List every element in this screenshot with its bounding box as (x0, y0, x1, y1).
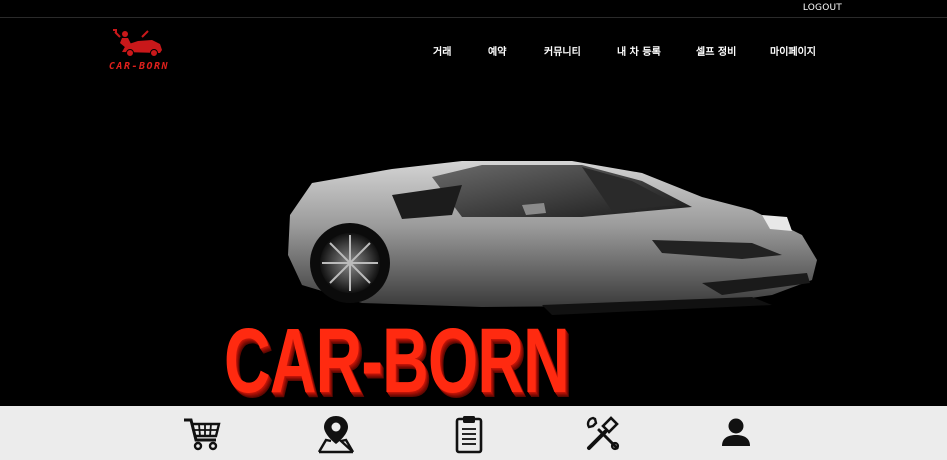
tools-icon[interactable] (583, 414, 623, 454)
logout-link[interactable]: LOGOUT (803, 3, 842, 13)
nav-item-register-car[interactable]: 내 차 등록 (617, 43, 661, 58)
user-icon[interactable] (716, 414, 756, 454)
top-bar: LOGOUT (0, 0, 947, 18)
quick-menu-bar (0, 406, 947, 460)
hero-title: CAR-BORN (224, 310, 570, 412)
sports-car-image (288, 161, 817, 315)
nav-item-self-repair[interactable]: 셀프 정비 (696, 43, 736, 58)
clipboard-icon[interactable] (449, 414, 489, 454)
cart-icon[interactable] (182, 414, 222, 454)
nav-item-community[interactable]: 커뮤니티 (544, 43, 581, 58)
logo-text: CAR-BORN (108, 61, 170, 72)
main-nav: 거래 예약 커뮤니티 내 차 등록 셀프 정비 마이페이지 (0, 43, 947, 58)
hero-banner: CAR-BORN (0, 90, 947, 412)
nav-item-trade[interactable]: 거래 (433, 43, 451, 58)
map-pin-icon[interactable] (316, 414, 356, 454)
nav-item-reservation[interactable]: 예약 (488, 43, 506, 58)
nav-item-mypage[interactable]: 마이페이지 (770, 43, 816, 58)
